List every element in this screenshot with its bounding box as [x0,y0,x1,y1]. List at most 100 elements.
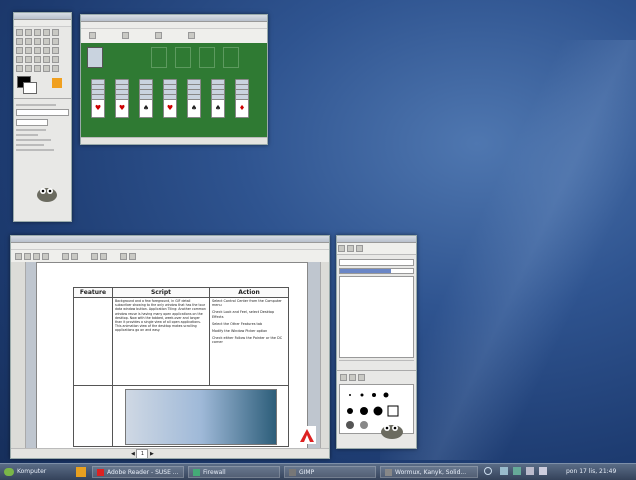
tool-icon[interactable] [43,65,50,72]
hand-icon[interactable] [70,253,78,260]
gimp-dock-window[interactable] [336,235,417,449]
card[interactable]: ♠ [211,99,225,118]
new-game-icon[interactable] [89,32,96,39]
tool-icon[interactable] [16,56,23,63]
gimp-toolbox-window[interactable] [13,12,72,222]
launcher-icon[interactable] [76,467,86,477]
tool-icon[interactable] [34,65,41,72]
brushes-tab-icon[interactable] [340,374,347,381]
search-icon[interactable] [42,253,49,260]
gimp-toolbox-titlebar[interactable] [14,13,71,20]
tool-icon[interactable] [34,47,41,54]
page-nav-prev-icon[interactable]: ◀ [131,451,135,457]
reader-document-area[interactable]: Feature Script Action Background and a f… [26,262,320,448]
tool-icon[interactable] [52,56,59,63]
tool-icon[interactable] [16,47,23,54]
patterns-tab-icon[interactable] [349,374,356,381]
updater-icon[interactable] [512,467,521,475]
reader-titlebar[interactable] [11,236,329,243]
tool-icon[interactable] [16,65,23,72]
save-icon[interactable] [15,253,22,260]
tableau-column[interactable]: ♠ [211,79,225,118]
solitaire-menubar[interactable] [81,22,267,29]
card[interactable]: ♠ [187,99,201,118]
taskbar-task[interactable]: GIMP [284,466,376,478]
card[interactable]: ♠ [139,99,153,118]
taskbar-task[interactable]: Adobe Reader - SUSE ... [92,466,184,478]
tool-icon[interactable] [16,38,23,45]
tableau-column[interactable]: ♥ [163,79,177,118]
card[interactable]: ♦ [235,99,249,118]
tool-icon[interactable] [25,29,32,36]
tool-icon[interactable] [34,38,41,45]
tool-icon[interactable] [43,38,50,45]
tool-icon[interactable] [25,65,32,72]
tableau-column[interactable]: ♦ [235,79,249,118]
mode-select[interactable] [16,119,48,126]
tool-icon[interactable] [34,29,41,36]
pattern-swatch[interactable] [52,78,62,88]
tool-icon[interactable] [25,47,32,54]
tool-icon[interactable] [43,56,50,63]
taskbar-task[interactable]: Wormux, Kanyk, Solid... [380,466,478,478]
tool-icon[interactable] [25,56,32,63]
tool-icon[interactable] [16,29,23,36]
channels-tab-icon[interactable] [347,245,354,252]
email-icon[interactable] [33,253,40,260]
tool-icon[interactable] [52,47,59,54]
taskbar-task[interactable]: Firewall [188,466,280,478]
search-icon[interactable] [484,467,492,475]
zoom-in-icon[interactable] [90,253,98,260]
page-layout-icon[interactable] [119,253,127,260]
tool-icon[interactable] [34,56,41,63]
solitaire-window[interactable]: ♥ ♥ ♠ ♥ ♠ ♠ ♦ [80,14,268,145]
reader-vertical-scrollbar[interactable] [320,262,329,448]
tableau-column[interactable]: ♠ [187,79,201,118]
layer-opacity-slider[interactable] [339,268,414,274]
undo-icon[interactable] [187,32,195,39]
page-nav-next-icon[interactable]: ▶ [150,451,154,457]
layers-list[interactable] [339,276,414,358]
start-menu-button[interactable]: Komputer [4,466,46,478]
foundation-slot[interactable] [199,47,215,68]
card[interactable]: ♥ [91,99,105,118]
select-icon[interactable] [61,253,69,260]
reader-sidebar[interactable] [11,262,26,448]
tool-icon[interactable] [52,38,59,45]
network-icon[interactable] [499,467,508,475]
tool-icon[interactable] [52,65,59,72]
adobe-reader-window[interactable]: Feature Script Action Background and a f… [10,235,330,459]
color-swatches[interactable] [14,74,71,98]
reader-menubar[interactable] [11,243,329,250]
card[interactable]: ♥ [115,99,129,118]
rotate-icon[interactable] [128,253,136,260]
opacity-slider[interactable] [16,109,69,116]
restart-icon[interactable] [121,32,129,39]
tableau-column[interactable]: ♠ [139,79,153,118]
background-color[interactable] [23,82,37,94]
tableau-column[interactable]: ♥ [91,79,105,118]
foundation-slot[interactable] [223,47,239,68]
clipboard-icon[interactable] [525,467,534,475]
hint-icon[interactable] [154,32,162,39]
tableau-column[interactable]: ♥ [115,79,129,118]
tool-icon[interactable] [25,38,32,45]
gimp-toolbox-menubar[interactable] [14,20,71,27]
layer-mode-select[interactable] [339,259,414,266]
gradients-tab-icon[interactable] [358,374,365,381]
paths-tab-icon[interactable] [356,245,363,252]
gimp-dock-titlebar[interactable] [337,236,416,243]
volume-icon[interactable] [538,467,547,475]
solitaire-titlebar[interactable] [81,15,267,22]
page-number[interactable]: 1 [136,449,149,458]
stock-pile[interactable] [87,47,103,68]
foundation-slot[interactable] [151,47,167,68]
foundation-slot[interactable] [175,47,191,68]
zoom-out-icon[interactable] [99,253,107,260]
clock[interactable]: pon 17 lis, 21:49 [566,466,634,478]
layers-tab-icon[interactable] [338,245,345,252]
card[interactable]: ♥ [163,99,177,118]
tool-icon[interactable] [43,47,50,54]
print-icon[interactable] [24,253,31,260]
tool-icon[interactable] [43,29,50,36]
